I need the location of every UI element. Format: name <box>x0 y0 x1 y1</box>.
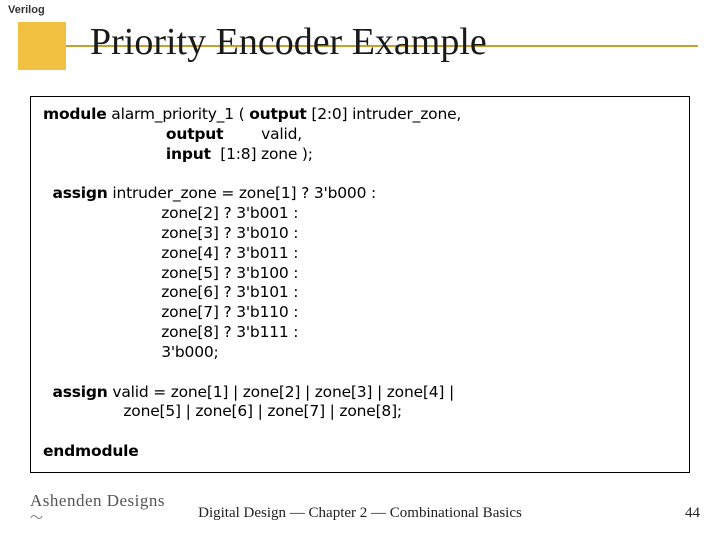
a1-l8: zone[8] ? 3'b111 : <box>161 323 298 341</box>
out2-rest: valid, <box>223 125 302 143</box>
page-number: 44 <box>685 505 700 522</box>
a1-pad-7 <box>43 303 161 321</box>
a1-l7: zone[7] ? 3'b110 : <box>161 303 298 321</box>
a1-pad-6 <box>43 283 161 301</box>
code-block: module alarm_priority_1 ( output [2:0] i… <box>30 96 690 473</box>
kw-assign-2: assign <box>52 383 107 401</box>
a1-pad-8 <box>43 323 161 341</box>
a2-pad <box>43 402 123 420</box>
kw-output-1: output <box>249 105 306 123</box>
footer-caption: Digital Design — Chapter 2 — Combination… <box>0 505 720 522</box>
a1-l4: zone[4] ? 3'b011 : <box>161 244 298 262</box>
out1-rest: [2:0] intruder_zone, <box>307 105 462 123</box>
corner-label: Verilog <box>8 4 45 16</box>
mod-name: alarm_priority_1 ( <box>107 105 250 123</box>
a1-l6: zone[6] ? 3'b101 : <box>161 283 298 301</box>
accent-square <box>18 22 66 70</box>
a1-pad-4 <box>43 244 161 262</box>
a2-l2: zone[5] | zone[6] | zone[7] | zone[8]; <box>123 402 402 420</box>
kw-endmodule: endmodule <box>43 442 139 460</box>
a1-l5: zone[5] ? 3'b100 : <box>161 264 298 282</box>
a1-l3: zone[3] ? 3'b010 : <box>161 224 298 242</box>
a1-pad-9 <box>43 343 161 361</box>
a1-l2: zone[2] ? 3'b001 : <box>161 204 298 222</box>
kw-output-2: output <box>166 125 223 143</box>
in-rest: [1:8] zone ); <box>211 145 313 163</box>
a1-head: intruder_zone = zone[1] ? 3'b000 : <box>108 184 376 202</box>
a1-l9: 3'b000; <box>161 343 218 361</box>
pad-out2 <box>43 125 166 143</box>
a2-l1: valid = zone[1] | zone[2] | zone[3] | zo… <box>108 383 454 401</box>
a1-pad-2 <box>43 204 161 222</box>
pad-in <box>43 145 166 163</box>
a1-pad-5 <box>43 264 161 282</box>
kw-input: input <box>166 145 211 163</box>
a1-pad-3 <box>43 224 161 242</box>
kw-module: module <box>43 105 107 123</box>
slide-title: Priority Encoder Example <box>90 20 487 64</box>
kw-assign-1: assign <box>52 184 107 202</box>
